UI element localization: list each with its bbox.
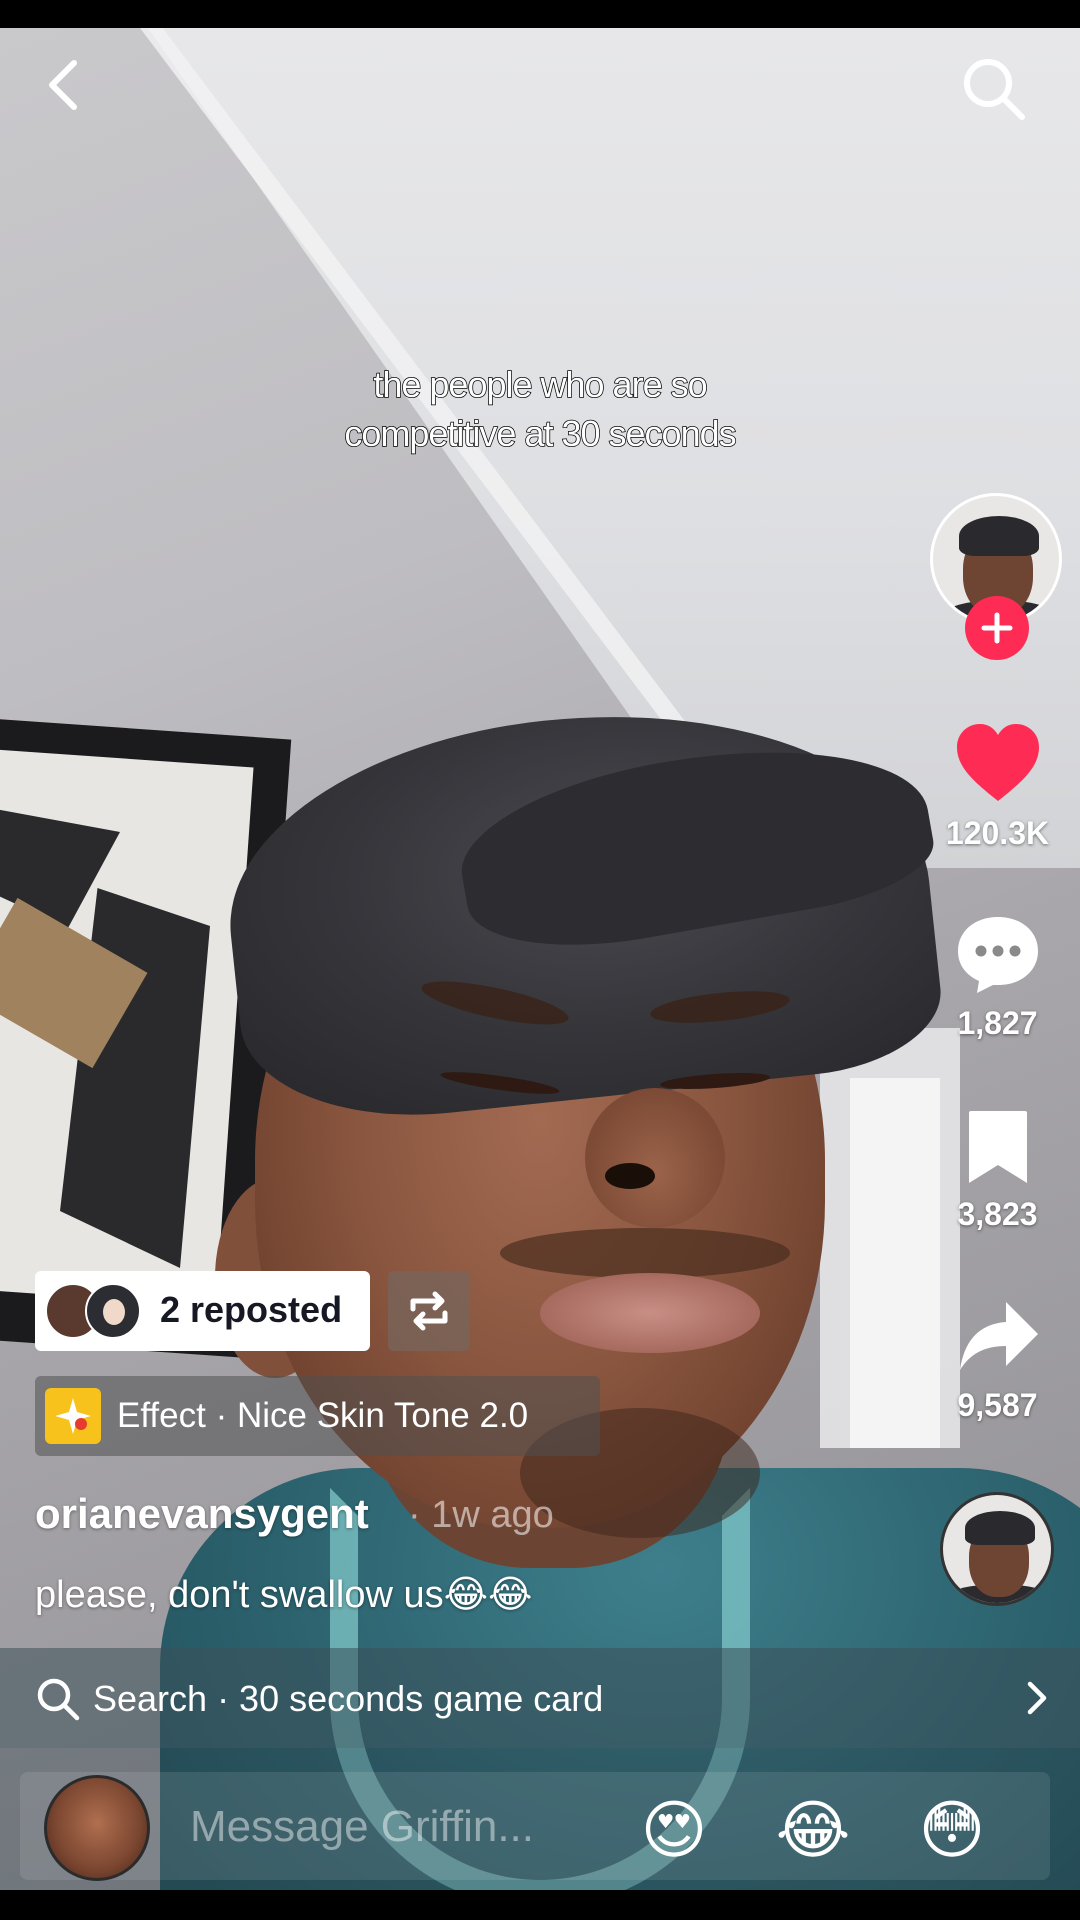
reposter-avatar (85, 1283, 141, 1339)
reposted-label: 2 reposted (160, 1289, 343, 1330)
save-button[interactable] (940, 1097, 1055, 1197)
quick-emoji-flushed[interactable]: 😳 (912, 1790, 992, 1870)
search-icon (964, 59, 1025, 120)
nav-bar-area (0, 1890, 1080, 1920)
reposted-by-chip[interactable]: 2 reposted (35, 1271, 370, 1351)
creator-username[interactable]: orianevansygent (35, 1490, 369, 1538)
chevron-left-icon (49, 60, 77, 110)
music-disc[interactable] (940, 1492, 1054, 1606)
quick-emoji-heart-eyes[interactable]: 😍 (634, 1790, 714, 1870)
repost-button[interactable] (388, 1271, 470, 1351)
share-count: 9,587 (957, 1387, 1038, 1423)
search-button[interactable] (960, 55, 1028, 123)
bookmark-icon (968, 1111, 1027, 1183)
heart-icon (956, 724, 1039, 801)
comment-bubble-icon (957, 917, 1038, 993)
search-suggestion-bar[interactable]: Search · 30 seconds game card (0, 1648, 1080, 1748)
like-button[interactable] (940, 713, 1055, 813)
repost-icon (410, 1291, 448, 1331)
video-feed-screen: the people who are so competitive at 30 … (0, 0, 1080, 1920)
post-description: please, don't swallow us😂😂 (35, 1574, 533, 1616)
follow-button[interactable] (965, 596, 1029, 660)
message-placeholder[interactable]: Message Griffin... (190, 1802, 534, 1852)
share-arrow-icon (959, 1302, 1038, 1370)
search-icon (37, 1678, 80, 1721)
quick-emoji-laughing[interactable]: 😂 (773, 1790, 853, 1870)
comment-button[interactable] (940, 905, 1055, 1005)
post-time: · 1w ago (408, 1494, 554, 1536)
user-avatar[interactable] (44, 1775, 150, 1881)
share-button[interactable] (940, 1288, 1055, 1388)
plus-icon (981, 612, 1013, 644)
effect-label: Effect · Nice Skin Tone 2.0 (117, 1396, 529, 1435)
chevron-right-icon (1027, 1681, 1047, 1715)
back-button[interactable] (40, 55, 88, 115)
save-count: 3,823 (957, 1196, 1038, 1232)
message-input[interactable] (20, 1772, 1050, 1880)
video-caption-text: the people who are so competitive at 30 … (344, 363, 738, 455)
like-count: 120.3K (945, 815, 1050, 851)
sparkle-icon (45, 1388, 101, 1444)
comment-count: 1,827 (957, 1005, 1038, 1041)
effect-chip[interactable]: Effect · Nice Skin Tone 2.0 (35, 1376, 600, 1456)
status-bar-area (0, 0, 1080, 28)
search-suggestion-label: Search · 30 seconds game card (93, 1678, 604, 1719)
